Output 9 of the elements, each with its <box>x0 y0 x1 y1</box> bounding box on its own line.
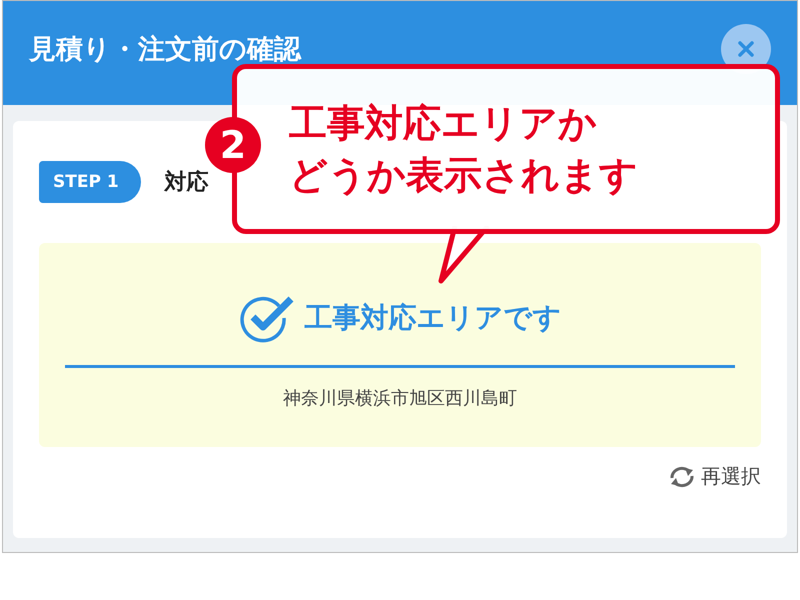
reselect-button[interactable]: 再選択 <box>667 463 761 490</box>
result-message: 工事対応エリアです <box>304 300 562 336</box>
step-badge: STEP 1 <box>39 161 141 203</box>
step-number-badge: 2 <box>205 117 261 173</box>
callout-text: 工事対応エリアか <box>289 100 598 147</box>
dialog-title: 見積り・注文前の確認 <box>29 33 301 67</box>
close-icon <box>736 39 756 59</box>
callout-text: どうか表示されます <box>289 152 638 199</box>
address-text: 神奈川県横浜市旭区西川島町 <box>283 387 517 410</box>
